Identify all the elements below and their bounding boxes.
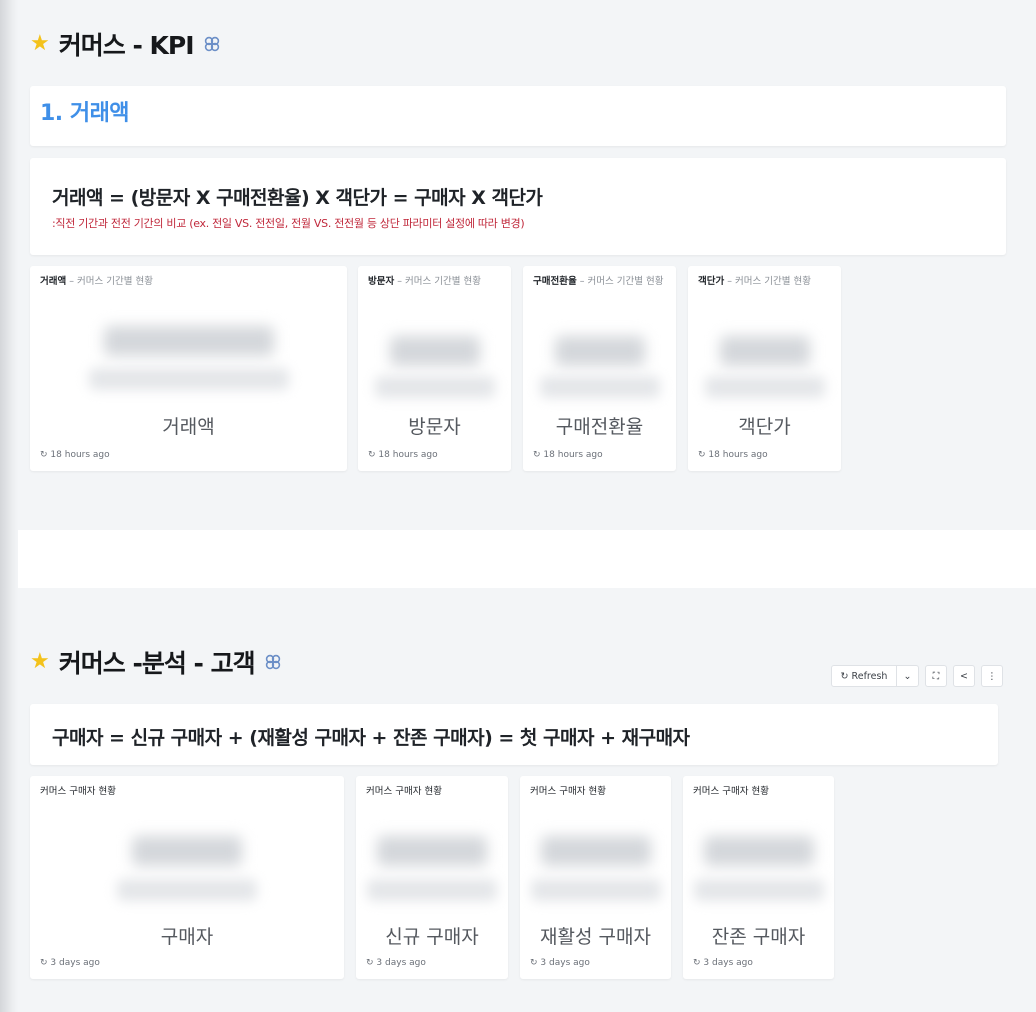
customer-formula-panel: 구매자 = 신규 구매자 + (재활성 구매자 + 잔존 구매자) = 첫 구매… <box>30 704 998 765</box>
blurred-comparison <box>530 879 661 901</box>
refresh-small-icon: ↻ <box>530 958 538 968</box>
blurred-value <box>719 336 810 366</box>
left-shadow-edge <box>0 0 18 1012</box>
blurred-comparison <box>88 368 289 390</box>
card-label: 구매전환율 <box>555 416 644 438</box>
refresh-small-icon: ↻ <box>533 450 541 460</box>
card-updated: ↻ 18 hours ago <box>368 450 438 460</box>
kpi-card-visitors[interactable]: 방문자 – 커머스 기간별 현황 방문자 ↻ 18 hours ago <box>358 266 511 471</box>
fullscreen-icon: ⛶ <box>932 670 940 682</box>
blurred-value <box>554 336 645 366</box>
card-title: 커머스 구매자 현황 <box>693 786 769 797</box>
dashboard-toolbar: ↻ Refresh ⌄ ⛶ < ⋮ <box>831 665 1003 687</box>
refresh-button[interactable]: ↻ Refresh <box>831 665 897 687</box>
refresh-small-icon: ↻ <box>366 958 374 968</box>
customer-formula: 구매자 = 신규 구매자 + (재활성 구매자 + 잔존 구매자) = 첫 구매… <box>52 727 690 749</box>
kpi-formula: 거래액 = (방문자 X 구매전환율) X 객단가 = 구매자 X 객단가 <box>52 187 543 209</box>
star-icon[interactable]: ★ <box>30 651 50 673</box>
card-updated: ↻ 18 hours ago <box>698 450 768 460</box>
star-icon[interactable]: ★ <box>30 33 50 55</box>
card-label: 재활성 구매자 <box>540 926 651 948</box>
refresh-icon: ↻ <box>840 670 849 682</box>
card-label: 잔존 구매자 <box>711 926 806 948</box>
refresh-group: ↻ Refresh ⌄ <box>831 665 919 687</box>
card-label: 방문자 <box>408 416 461 438</box>
blurred-comparison <box>693 879 824 901</box>
card-title: 커머스 구매자 현황 <box>366 786 442 797</box>
kpi-note: :직전 기간과 전전 기간의 비교 (ex. 전일 VS. 전전일, 전월 VS… <box>52 217 525 230</box>
card-label: 구매자 <box>160 926 214 948</box>
kpi-title-text: 커머스 - KPI <box>58 31 195 60</box>
card-label: 거래액 <box>162 416 215 438</box>
card-updated: ↻ 18 hours ago <box>533 450 603 460</box>
customer-section-title: ★ 커머스 -분석 - 고객 <box>30 644 282 680</box>
kpi-section-title: ★ 커머스 - KPI <box>30 26 221 62</box>
card-updated: ↻ 3 days ago <box>530 958 590 968</box>
kpi-card-conversion[interactable]: 구매전환율 – 커머스 기간별 현황 구매전환율 ↻ 18 hours ago <box>523 266 676 471</box>
refresh-small-icon: ↻ <box>40 450 48 460</box>
customer-card-buyers[interactable]: 커머스 구매자 현황 구매자 ↻ 3 days ago <box>30 776 344 979</box>
blurred-comparison <box>539 376 660 398</box>
blurred-value <box>540 836 651 866</box>
customer-card-reactivated[interactable]: 커머스 구매자 현황 재활성 구매자 ↻ 3 days ago <box>520 776 671 979</box>
blurred-comparison <box>374 376 495 398</box>
card-updated: ↻ 3 days ago <box>693 958 753 968</box>
share-button[interactable]: < <box>953 665 975 687</box>
card-label: 객단가 <box>738 416 791 438</box>
card-title: 커머스 구매자 현황 <box>40 786 116 797</box>
heading-panel: 1. 거래액 <box>30 86 1006 146</box>
card-label: 신규 구매자 <box>385 926 479 948</box>
blurred-comparison <box>704 376 825 398</box>
refresh-small-icon: ↻ <box>40 958 48 968</box>
card-title: 거래액 – 커머스 기간별 현황 <box>40 276 153 287</box>
section-heading: 1. 거래액 <box>40 101 130 126</box>
share-icon: < <box>960 670 968 682</box>
refresh-options-button[interactable]: ⌄ <box>897 665 919 687</box>
blurred-comparison <box>117 879 257 901</box>
more-options-button[interactable]: ⋮ <box>981 665 1003 687</box>
customer-title-text: 커머스 -분석 - 고객 <box>58 649 256 678</box>
refresh-small-icon: ↻ <box>368 450 376 460</box>
kpi-card-transaction[interactable]: 거래액 – 커머스 기간별 현황 거래액 ↻ 18 hours ago <box>30 266 347 471</box>
dashboard-tag-icon[interactable] <box>264 653 282 671</box>
fullscreen-button[interactable]: ⛶ <box>925 665 947 687</box>
more-icon: ⋮ <box>987 670 997 682</box>
kpi-card-avg-order[interactable]: 객단가 – 커머스 기간별 현황 객단가 ↻ 18 hours ago <box>688 266 841 471</box>
blurred-value <box>377 836 487 866</box>
dashboard-tag-icon[interactable] <box>203 35 221 53</box>
card-title: 객단가 – 커머스 기간별 현황 <box>698 276 811 287</box>
customer-card-retained[interactable]: 커머스 구매자 현황 잔존 구매자 ↻ 3 days ago <box>683 776 834 979</box>
refresh-small-icon: ↻ <box>698 450 706 460</box>
card-title: 커머스 구매자 현황 <box>530 786 606 797</box>
formula-panel: 거래액 = (방문자 X 구매전환율) X 객단가 = 구매자 X 객단가 :직… <box>30 158 1006 255</box>
customer-card-new[interactable]: 커머스 구매자 현황 신규 구매자 ↻ 3 days ago <box>356 776 508 979</box>
section-divider <box>18 530 1036 588</box>
chevron-down-icon: ⌄ <box>903 670 912 682</box>
blurred-value <box>703 836 814 866</box>
blurred-value <box>132 836 242 866</box>
blurred-value <box>103 326 274 356</box>
card-updated: ↻ 3 days ago <box>40 958 100 968</box>
blurred-value <box>389 336 480 366</box>
card-title: 구매전환율 – 커머스 기간별 현황 <box>533 276 664 287</box>
blurred-comparison <box>367 879 497 901</box>
refresh-small-icon: ↻ <box>693 958 701 968</box>
card-updated: ↻ 3 days ago <box>366 958 426 968</box>
card-updated: ↻ 18 hours ago <box>40 450 110 460</box>
card-title: 방문자 – 커머스 기간별 현황 <box>368 276 481 287</box>
